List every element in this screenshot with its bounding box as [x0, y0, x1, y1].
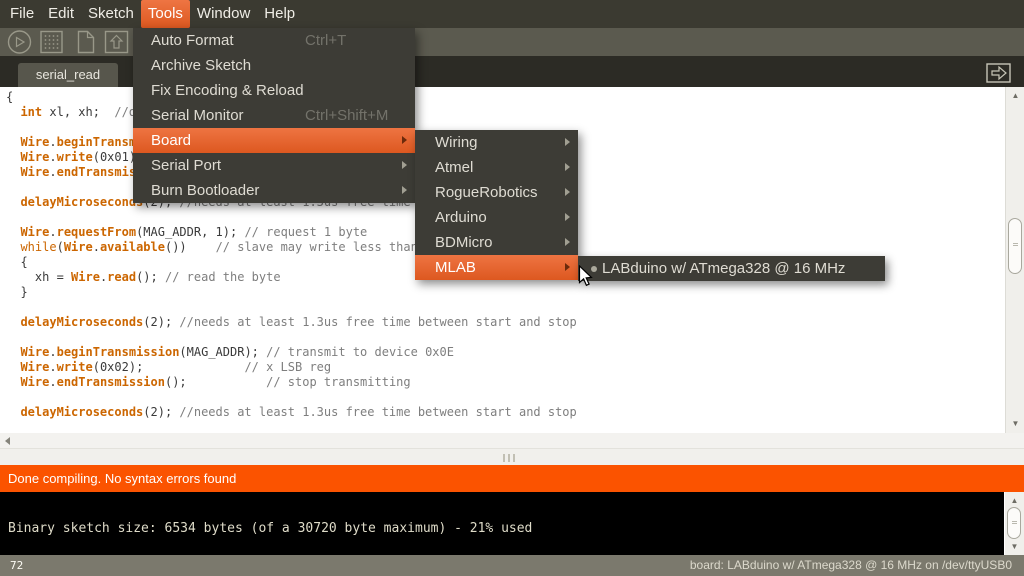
console-scrollbar[interactable]: ▲ ▼: [1004, 492, 1024, 555]
tools-menu-item-auto-format[interactable]: Auto Format Ctrl+T: [133, 28, 415, 53]
submenu-arrow-icon: [565, 138, 570, 146]
menu-item-shortcut: Ctrl+T: [305, 32, 346, 49]
menu-item-label: Atmel: [415, 159, 473, 176]
menu-item-label: Fix Encoding & Reload: [133, 82, 304, 99]
board-menu-item-arduino[interactable]: Arduino: [415, 205, 578, 230]
editor-vertical-scrollbar[interactable]: ▲ ▼: [1005, 87, 1024, 433]
editor-console-splitter[interactable]: [0, 448, 1024, 465]
menu-item-label: Arduino: [415, 209, 487, 226]
tab-serial-read[interactable]: serial_read: [18, 63, 118, 87]
tools-menu-item-serial-monitor[interactable]: Serial Monitor Ctrl+Shift+M: [133, 103, 415, 128]
board-menu-item-mlab[interactable]: MLAB: [415, 255, 578, 280]
menu-item-shortcut: Ctrl+Shift+M: [305, 107, 388, 124]
tab-menu-icon[interactable]: [986, 63, 1011, 83]
tools-menu-item-fix-encoding-reload[interactable]: Fix Encoding & Reload: [133, 78, 415, 103]
submenu-arrow-icon: [402, 161, 407, 169]
console-text: Binary sketch size: 6534 bytes (of a 307…: [0, 492, 1024, 536]
tools-menu-item-archive-sketch[interactable]: Archive Sketch: [133, 53, 415, 78]
scroll-up-icon[interactable]: ▲: [1006, 89, 1024, 103]
menu-item-label: LABduino w/ ATmega328 @ 16 MHz: [578, 260, 845, 277]
console-output: Binary sketch size: 6534 bytes (of a 307…: [0, 492, 1024, 555]
menu-item-label: Auto Format: [133, 32, 234, 49]
menu-item-label: BDMicro: [415, 234, 493, 251]
menu-item-label: Archive Sketch: [133, 57, 251, 74]
tools-menu-item-serial-port[interactable]: Serial Port: [133, 153, 415, 178]
submenu-arrow-icon: [565, 188, 570, 196]
menu-item-label: Serial Port: [133, 157, 221, 174]
open-upload-icon[interactable]: [103, 29, 130, 55]
status-bar: 72 board: LABduino w/ ATmega328 @ 16 MHz…: [0, 555, 1024, 576]
menubar-item-help[interactable]: Help: [257, 0, 302, 28]
mouse-cursor: [578, 265, 594, 288]
mlab-menu-item-labduino-w-atmega328-16-mhz[interactable]: LABduino w/ ATmega328 @ 16 MHz: [578, 256, 885, 281]
board-menu-item-roguerobotics[interactable]: RogueRobotics: [415, 180, 578, 205]
status-message-text: Done compiling. No syntax errors found: [8, 471, 236, 486]
submenu-arrow-icon: [402, 186, 407, 194]
menu-item-label: RogueRobotics: [415, 184, 538, 201]
tools-menu-item-board[interactable]: Board: [133, 128, 415, 153]
menubar-item-tools[interactable]: Tools: [141, 0, 190, 28]
board-submenu: Wiring Atmel RogueRobotics Arduino BDMicro ML…: [415, 130, 578, 280]
status-message-bar: Done compiling. No syntax errors found: [0, 465, 1024, 492]
menubar-item-window[interactable]: Window: [190, 0, 257, 28]
menu-bar: FileEditSketchToolsWindowHelp: [0, 0, 1024, 28]
editor-scrollbar-thumb[interactable]: [1008, 218, 1022, 274]
stop-icon[interactable]: [38, 29, 65, 55]
menu-item-label: MLAB: [415, 259, 476, 276]
board-menu-item-wiring[interactable]: Wiring: [415, 130, 578, 155]
new-sketch-icon[interactable]: [72, 29, 99, 55]
board-menu-item-atmel[interactable]: Atmel: [415, 155, 578, 180]
menubar-item-edit[interactable]: Edit: [41, 0, 81, 28]
board-info: board: LABduino w/ ATmega328 @ 16 MHz on…: [690, 555, 1012, 576]
submenu-arrow-icon: [565, 163, 570, 171]
submenu-arrow-icon: [402, 136, 407, 144]
scroll-left-icon[interactable]: [5, 437, 10, 445]
board-menu-item-bdmicro[interactable]: BDMicro: [415, 230, 578, 255]
verify-icon[interactable]: [6, 29, 33, 55]
menu-item-label: Wiring: [415, 134, 478, 151]
menubar-item-file[interactable]: File: [3, 0, 41, 28]
scroll-down-icon[interactable]: ▼: [1005, 540, 1024, 554]
menu-item-label: Board: [133, 132, 191, 149]
line-number: 72: [10, 555, 23, 576]
tools-menu-item-burn-bootloader[interactable]: Burn Bootloader: [133, 178, 415, 203]
mlab-submenu: LABduino w/ ATmega328 @ 16 MHz: [578, 256, 885, 281]
submenu-arrow-icon: [565, 213, 570, 221]
submenu-arrow-icon: [565, 238, 570, 246]
submenu-arrow-icon: [565, 263, 570, 271]
editor-horizontal-scrollbar[interactable]: [0, 433, 1024, 448]
console-scrollbar-thumb[interactable]: [1007, 507, 1021, 539]
tools-menu: Auto Format Ctrl+T Archive Sketch Fix Encod…: [133, 28, 415, 203]
menu-item-label: Serial Monitor: [133, 107, 244, 124]
arduino-ide-window: FileEditSketchToolsWindowHelp serial_rea…: [0, 0, 1024, 576]
splitter-grip-icon: [503, 454, 515, 462]
scroll-down-icon[interactable]: ▼: [1006, 417, 1024, 431]
menubar-item-sketch[interactable]: Sketch: [81, 0, 141, 28]
menu-item-label: Burn Bootloader: [133, 182, 259, 199]
scroll-up-icon[interactable]: ▲: [1005, 494, 1024, 508]
